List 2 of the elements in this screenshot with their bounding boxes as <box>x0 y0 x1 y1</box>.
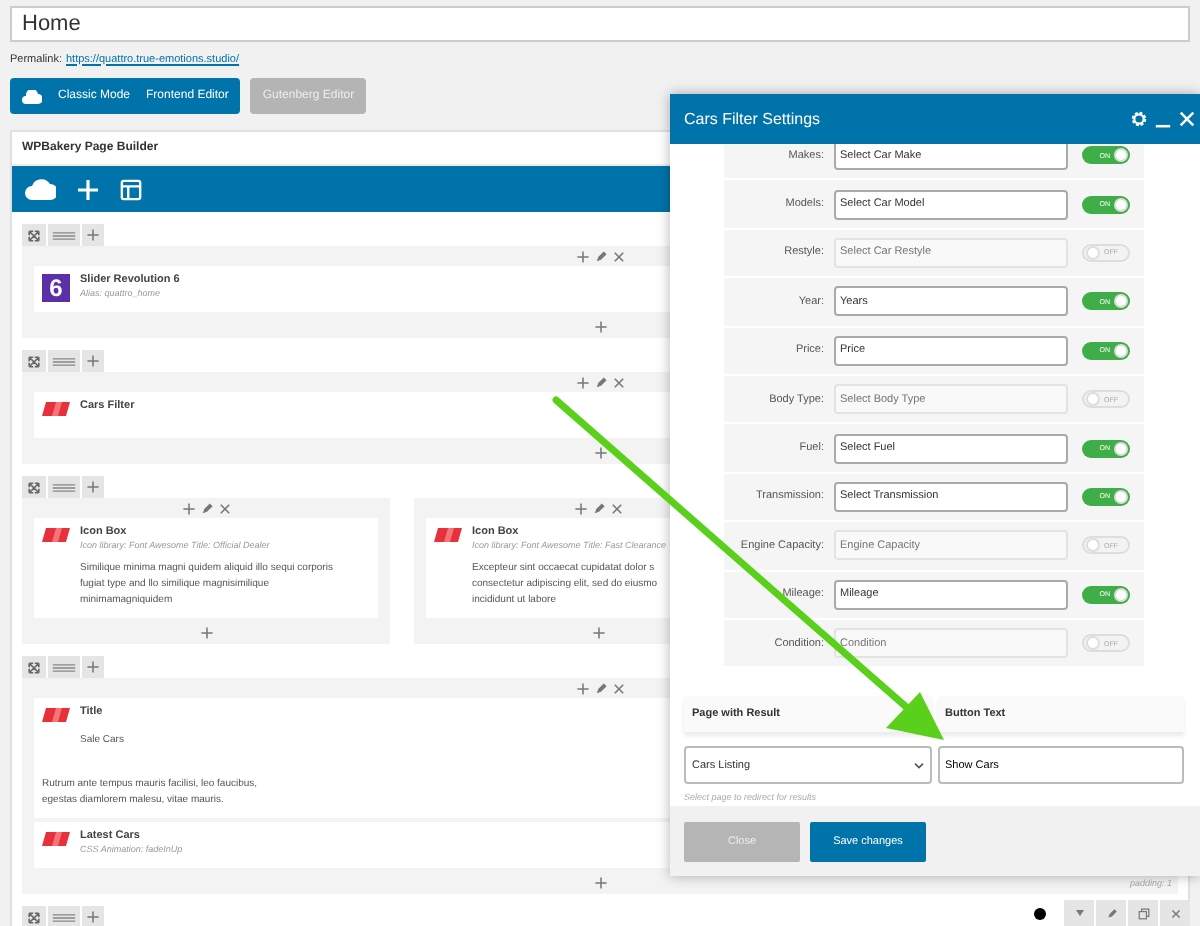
slider-logo: 6 <box>42 274 70 302</box>
dialog-title: Cars Filter Settings <box>684 110 823 128</box>
